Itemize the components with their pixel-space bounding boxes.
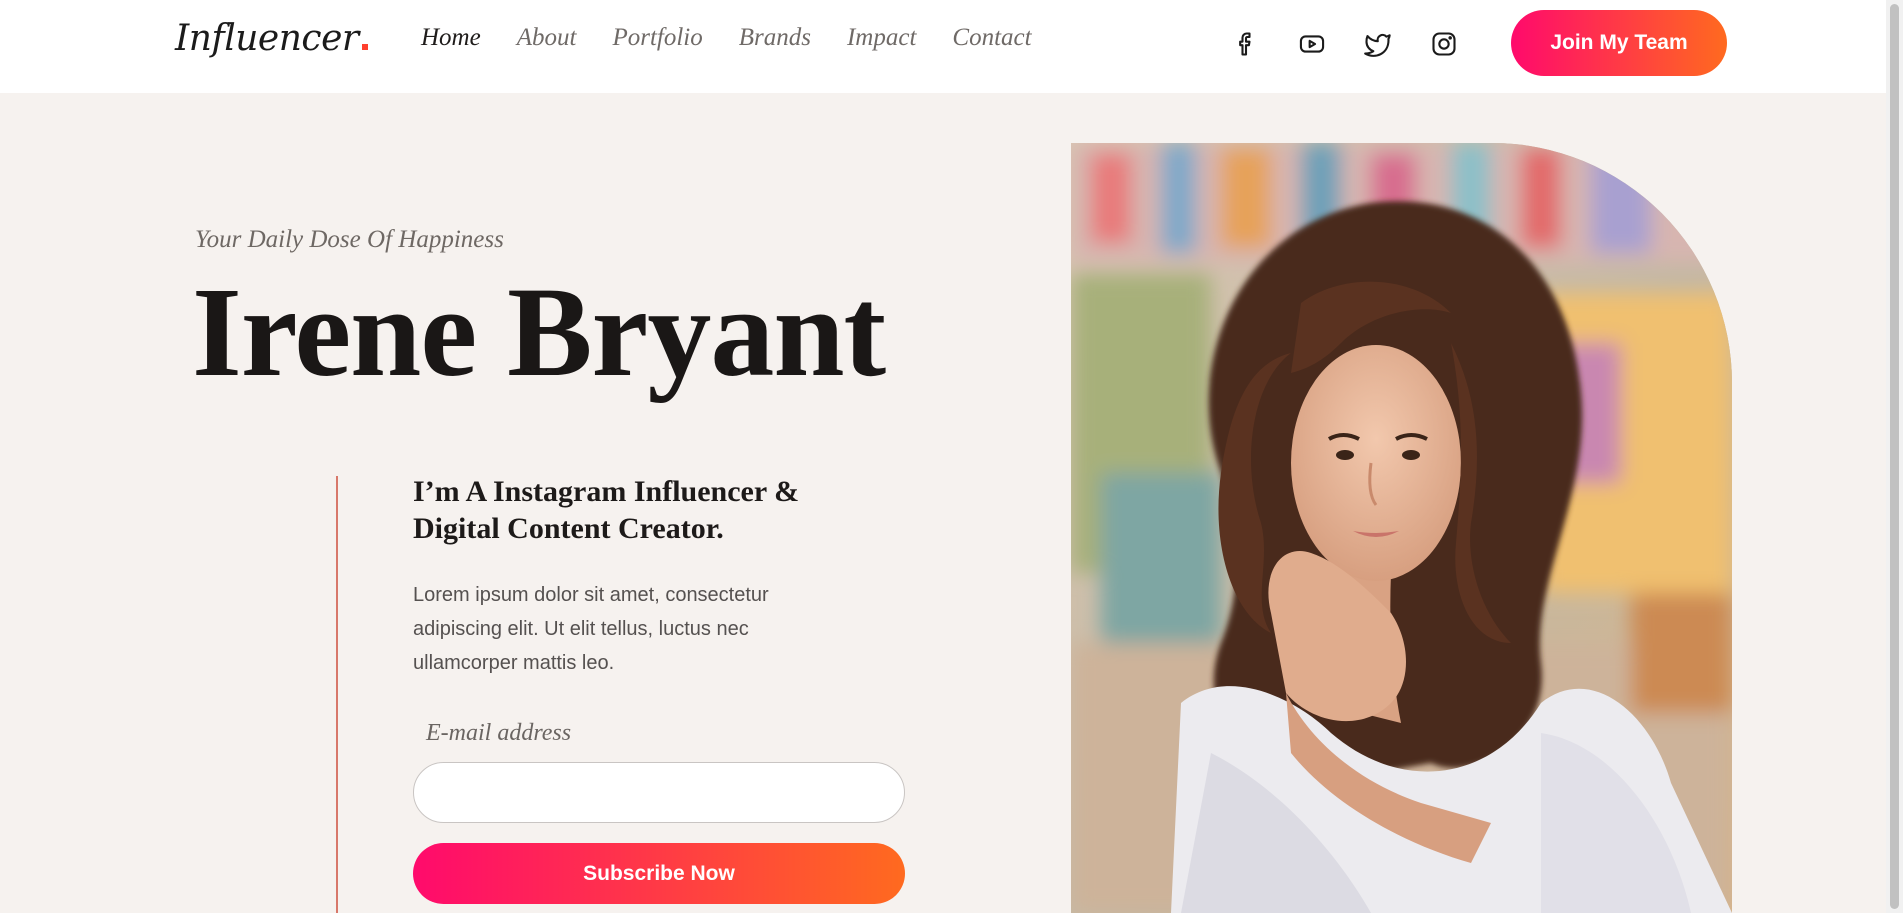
nav-brands[interactable]: Brands — [739, 24, 811, 52]
nav-portfolio[interactable]: Portfolio — [612, 24, 702, 52]
email-label: E-mail address — [426, 720, 572, 746]
facebook-icon[interactable] — [1226, 24, 1266, 64]
twitter-icon[interactable] — [1358, 24, 1398, 64]
intro-body: Lorem ipsum dolor sit amet, consectetur … — [413, 584, 769, 674]
scrollbar[interactable] — [1886, 0, 1903, 913]
email-field[interactable] — [413, 762, 905, 823]
nav-about[interactable]: About — [517, 24, 577, 52]
intro-title: I’m A Instagram Influencer & Digital Con… — [413, 475, 800, 545]
hero-portrait-image — [1071, 143, 1732, 913]
instagram-icon[interactable] — [1424, 24, 1464, 64]
nav-contact[interactable]: Contact — [952, 24, 1031, 52]
youtube-icon[interactable] — [1292, 24, 1332, 64]
social-links — [1226, 24, 1464, 64]
scrollbar-thumb[interactable] — [1890, 4, 1899, 909]
logo[interactable]: Influencer — [175, 18, 368, 59]
hero-name: Irene Bryant — [192, 261, 886, 403]
nav-impact[interactable]: Impact — [847, 24, 916, 52]
main-nav: Home About Portfolio Brands Impact Conta… — [421, 24, 1032, 52]
join-my-team-button[interactable]: Join My Team — [1511, 10, 1727, 76]
accent-divider — [336, 476, 338, 913]
nav-home[interactable]: Home — [421, 24, 481, 52]
hero-tagline: Your Daily Dose Of Happiness — [195, 226, 504, 253]
site-header: Influencer Home About Portfolio Brands I… — [0, 0, 1903, 93]
logo-text: Influencer — [175, 18, 359, 59]
logo-dot — [361, 44, 368, 50]
subscribe-button[interactable]: Subscribe Now — [413, 843, 905, 904]
